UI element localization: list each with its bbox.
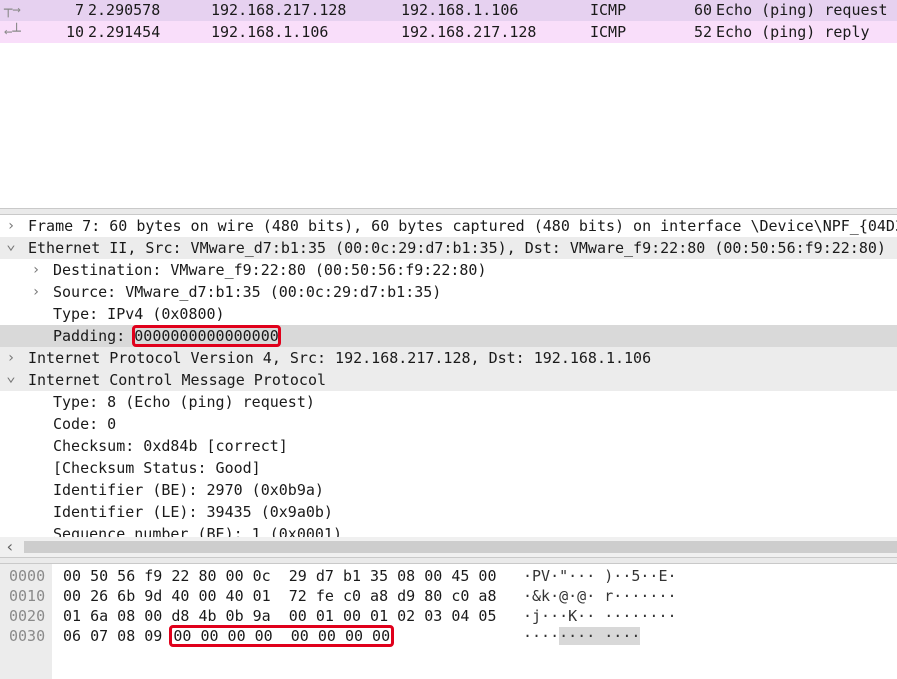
- detail-tree-item[interactable]: [Checksum Status: Good]: [0, 457, 897, 479]
- packet-length: 52: [693, 23, 712, 41]
- detail-field-text: Ethernet II, Src: VMware_d7:b1:35 (00:0c…: [28, 239, 886, 257]
- ascii-bytes: ·PV·"··· )··5··E·: [523, 567, 677, 585]
- ascii-bytes: ·&k·@·@· r·······: [523, 587, 677, 605]
- hex-bytes: 01 6a 08 00 d8 4b 0b 9a 00 01 00 01 02 0…: [63, 607, 497, 625]
- detail-padding-field: Padding: 0000000000000000: [53, 325, 281, 347]
- pane-splitter-top[interactable]: [0, 208, 897, 215]
- ascii-padding-highlight: ···· ····: [559, 627, 641, 645]
- reply-arrow-icon: ←┴: [4, 24, 21, 40]
- detail-field-text: Destination: VMware_f9:22:80 (00:50:56:f…: [53, 261, 487, 279]
- hex-bytes: 00 50 56 f9 22 80 00 0c 29 d7 b1 35 08 0…: [63, 567, 497, 585]
- request-arrow-icon: ┬→: [4, 2, 21, 18]
- ascii-bytes-prefix: ····: [523, 627, 560, 645]
- scrollbar-thumb[interactable]: [24, 541, 897, 553]
- detail-field-text: Type: IPv4 (0x0800): [53, 305, 225, 323]
- detail-tree-item[interactable]: › Frame 7: 60 bytes on wire (480 bits), 6…: [0, 215, 897, 237]
- detail-tree-item[interactable]: › Destination: VMware_f9:22:80 (00:50:56:…: [0, 259, 897, 281]
- byte-offset: 0010: [9, 587, 46, 605]
- hex-bytes-prefix: 06 07 08 09: [63, 627, 172, 645]
- detail-field-text: Frame 7: 60 bytes on wire (480 bits), 60…: [28, 217, 897, 235]
- detail-field-text: Source: VMware_d7:b1:35 (00:0c:29:d7:b1:…: [53, 283, 442, 301]
- packet-info: Echo (ping) request: [716, 1, 888, 19]
- detail-field-text: Identifier (BE): 2970 (0x0b9a): [53, 481, 324, 499]
- detail-tree-item[interactable]: › Source: VMware_d7:b1:35 (00:0c:29:d7:b1…: [0, 281, 897, 303]
- detail-field-text: Internet Protocol Version 4, Src: 192.16…: [28, 349, 652, 367]
- detail-tree-item[interactable]: Identifier (BE): 2970 (0x0b9a): [0, 479, 897, 501]
- padding-value-highlight: 0000000000000000: [132, 325, 281, 347]
- detail-tree-item[interactable]: Sequence number (BE): 1 (0x0001): [0, 523, 897, 537]
- packet-time: 2.291454: [88, 23, 161, 41]
- packet-source: 192.168.1.106: [211, 23, 329, 41]
- bytes-row[interactable]: 0020 01 6a 08 00 d8 4b 0b 9a 00 01 00 01 …: [0, 606, 897, 626]
- packet-details-tree[interactable]: › Frame 7: 60 bytes on wire (480 bits), 6…: [0, 215, 897, 537]
- packet-number: 7: [74, 1, 84, 19]
- packet-time: 2.290578: [88, 1, 161, 19]
- expand-chevron-down-icon[interactable]: ⌄: [4, 233, 18, 255]
- detail-field-text: [Checksum Status: Good]: [53, 459, 261, 477]
- detail-field-text: Code: 0: [53, 415, 117, 433]
- detail-tree-item[interactable]: ⌄ Internet Control Message Protocol: [0, 366, 897, 391]
- packet-row[interactable]: ←┴ 10 2.291454 192.168.1.106 192.168.217.128…: [0, 21, 897, 43]
- detail-tree-item[interactable]: Type: IPv4 (0x0800): [0, 303, 897, 325]
- packet-list[interactable]: ┬→ 7 2.290578 192.168.217.128 192.168.1.106 I…: [0, 0, 897, 208]
- collapse-chevron-right-icon[interactable]: ›: [29, 281, 43, 303]
- padding-bytes-highlight: 00 00 00 00 00 00 00 00: [169, 625, 395, 647]
- pane-splitter-bottom[interactable]: [0, 557, 897, 564]
- detail-field-text: Sequence number (BE): 1 (0x0001): [53, 525, 342, 537]
- packet-info: Echo (ping) reply: [716, 23, 870, 41]
- packet-row[interactable]: ┬→ 7 2.290578 192.168.217.128 192.168.1.106 I…: [0, 0, 897, 21]
- bytes-row[interactable]: 0030 06 07 08 09 00 00 00 00 00 00 00 00 ·…: [0, 625, 897, 647]
- collapse-chevron-right-icon[interactable]: ›: [29, 259, 43, 281]
- packet-bytes-pane[interactable]: 0000 00 50 56 f9 22 80 00 0c 29 d7 b1 35 …: [0, 564, 897, 679]
- ascii-bytes: ········ ····: [523, 626, 641, 646]
- packet-number: 10: [65, 23, 84, 41]
- packet-destination: 192.168.217.128: [401, 23, 537, 41]
- detail-tree-item[interactable]: Type: 8 (Echo (ping) request): [0, 391, 897, 413]
- detail-field-text: Checksum: 0xd84b [correct]: [53, 437, 288, 455]
- detail-field-label: Padding:: [53, 327, 135, 345]
- detail-field-text: Type: 8 (Echo (ping) request): [53, 393, 315, 411]
- details-horizontal-scrollbar[interactable]: ‹: [0, 537, 897, 557]
- hex-bytes: 00 26 6b 9d 40 00 40 01 72 fe c0 a8 d9 8…: [63, 587, 497, 605]
- detail-tree-item[interactable]: Code: 0: [0, 413, 897, 435]
- packet-length: 60: [693, 1, 712, 19]
- detail-tree-item[interactable]: Checksum: 0xd84b [correct]: [0, 435, 897, 457]
- detail-tree-item[interactable]: Padding: 0000000000000000: [0, 325, 897, 347]
- bytes-row[interactable]: 0010 00 26 6b 9d 40 00 40 01 72 fe c0 a8 …: [0, 586, 897, 606]
- byte-offset: 0020: [9, 607, 46, 625]
- detail-tree-item[interactable]: Identifier (LE): 39435 (0x9a0b): [0, 501, 897, 523]
- ascii-bytes: ·j···K·· ········: [523, 607, 677, 625]
- packet-destination: 192.168.1.106: [401, 1, 519, 19]
- hex-bytes: 06 07 08 09 00 00 00 00 00 00 00 00: [63, 625, 395, 647]
- detail-tree-item[interactable]: ⌄ Ethernet II, Src: VMware_d7:b1:35 (00:0…: [0, 234, 897, 259]
- packet-protocol: ICMP: [590, 1, 627, 19]
- detail-field-text: Identifier (LE): 39435 (0x9a0b): [53, 503, 333, 521]
- packet-source: 192.168.217.128: [211, 1, 347, 19]
- scroll-left-arrow-icon[interactable]: ‹: [0, 537, 20, 557]
- detail-tree-item[interactable]: › Internet Protocol Version 4, Src: 192.1…: [0, 347, 897, 369]
- byte-offset: 0000: [9, 567, 46, 585]
- packet-protocol: ICMP: [590, 23, 627, 41]
- byte-offset: 0030: [9, 627, 46, 645]
- expand-chevron-down-icon[interactable]: ⌄: [4, 365, 18, 387]
- detail-field-text: Internet Control Message Protocol: [28, 371, 327, 389]
- bytes-row[interactable]: 0000 00 50 56 f9 22 80 00 0c 29 d7 b1 35 …: [0, 566, 897, 586]
